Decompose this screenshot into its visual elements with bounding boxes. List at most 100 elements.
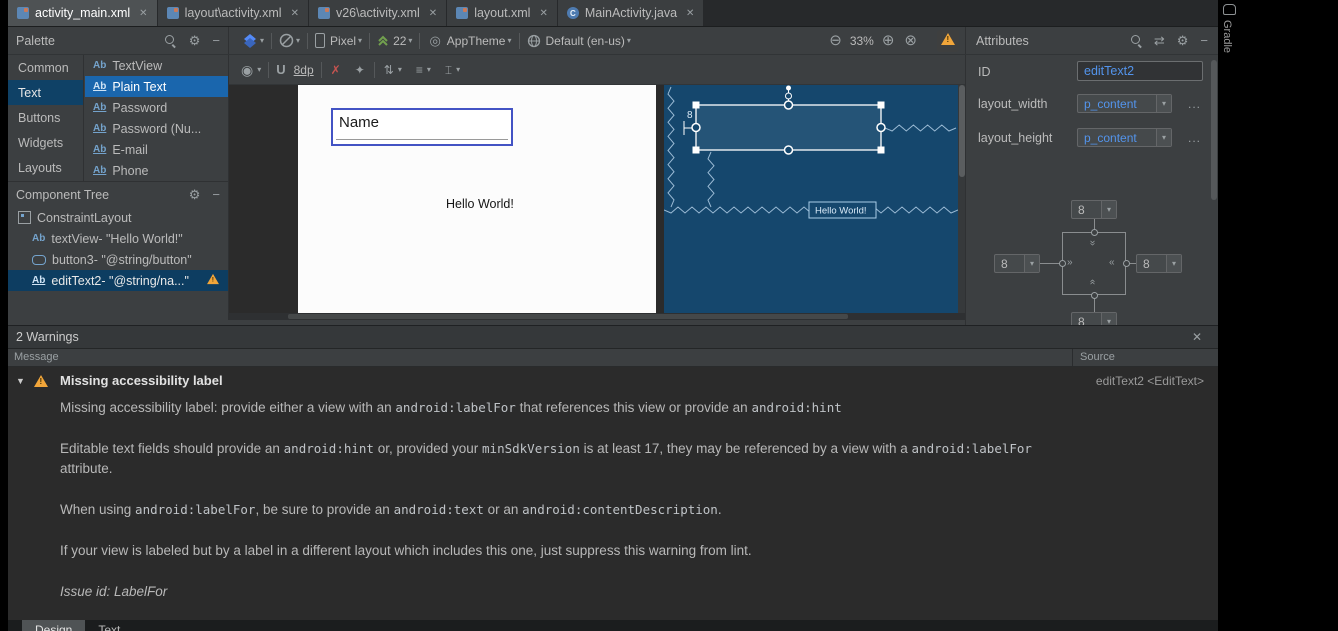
blueprint-mode-icon[interactable] (279, 33, 294, 48)
api-level-selector[interactable]: 22 (393, 34, 406, 48)
clear-constraints-icon[interactable]: ✗ (329, 64, 343, 76)
id-label: ID (978, 65, 991, 79)
canvas-horizontal-scrollbar[interactable] (228, 313, 965, 320)
zoom-in-icon[interactable]: ⊕ (880, 33, 897, 48)
warning-list-item[interactable]: ▼ Missing accessibility label editText2 … (8, 367, 1218, 392)
pack-icon[interactable]: ⇅ (382, 64, 396, 76)
source-column-header[interactable]: Source (1080, 351, 1115, 363)
scrollbar-thumb[interactable] (288, 314, 848, 319)
device-icon (315, 33, 326, 48)
top-edge-dot (786, 85, 791, 91)
swap-views-icon[interactable]: ⇄ (1152, 34, 1167, 47)
palette-category-layouts[interactable]: Layouts (8, 155, 83, 180)
message-column-header[interactable]: Message (14, 351, 59, 363)
infer-constraints-icon[interactable]: ✦ (353, 64, 367, 76)
expand-arrow-icon[interactable]: ▼ (16, 376, 34, 386)
id-input[interactable]: editText2 (1077, 61, 1203, 81)
canvas-edittext-widget[interactable]: Name (331, 108, 513, 146)
layout-file-icon (317, 7, 330, 19)
warnings-count: 2 Warnings (16, 330, 79, 344)
gear-icon[interactable]: ⚙ (1175, 34, 1191, 47)
tree-item-edittext2[interactable]: Ab editText2- "@string/na..." (8, 270, 228, 291)
tab-mainactivity-java[interactable]: C MainActivity.java ✕ (557, 0, 705, 26)
default-margin-selector[interactable]: 8dp (294, 63, 314, 77)
chevron-down-icon[interactable]: ▾ (1166, 255, 1181, 272)
canvas-vertical-scrollbar[interactable] (958, 85, 965, 313)
gear-icon[interactable]: ⚙ (187, 188, 203, 201)
tree-item-textview[interactable]: Ab textView- "Hello World!" (8, 228, 228, 249)
chevron-down-icon[interactable]: ▾ (1101, 201, 1116, 218)
tab-layout-activity-xml[interactable]: layout\activity.xml ✕ (157, 0, 309, 26)
chevron-down-icon[interactable]: ▾ (1024, 255, 1039, 272)
autoconnect-icon[interactable]: U (276, 62, 285, 77)
margin-top-combo[interactable]: 8 ▾ (1071, 200, 1117, 219)
layout-width-more-button[interactable]: ... (1188, 97, 1201, 111)
palette-category-text[interactable]: Text (8, 80, 83, 105)
chevron-down-icon: ▾ (507, 36, 512, 45)
device-selector[interactable]: Pixel (330, 34, 356, 48)
zoom-fit-icon[interactable]: ⊗ (902, 33, 919, 48)
palette-panel: Common Text Buttons Widgets Layouts Ab Te… (8, 55, 228, 181)
layout-width-combo[interactable]: p_content ▾ (1077, 94, 1172, 113)
chevron-down-icon[interactable]: ▾ (1156, 129, 1171, 146)
show-warnings-button[interactable] (937, 29, 959, 52)
search-icon[interactable] (1130, 34, 1143, 47)
minimize-icon[interactable]: − (1198, 34, 1210, 47)
palette-category-common[interactable]: Common (8, 55, 83, 80)
tree-item-constraintlayout[interactable]: ConstraintLayout (8, 207, 228, 228)
palette-item-password-numeric[interactable]: Ab Password (Nu... (85, 118, 228, 139)
layout-height-combo[interactable]: p_content ▾ (1077, 128, 1172, 147)
margin-left-combo[interactable]: 8 ▾ (994, 254, 1040, 273)
close-icon[interactable]: ✕ (539, 8, 547, 19)
palette-category-buttons[interactable]: Buttons (8, 105, 83, 130)
palette-category-widgets[interactable]: Widgets (8, 130, 83, 155)
chevron-down-icon[interactable]: ▾ (1101, 313, 1116, 325)
minimize-icon[interactable]: − (210, 188, 222, 201)
locale-selector[interactable]: Default (en-us) (546, 34, 625, 48)
tab-v26-activity-xml[interactable]: v26\activity.xml ✕ (308, 0, 448, 26)
palette-item-plain-text[interactable]: Ab Plain Text (85, 76, 228, 97)
margin-bottom-combo[interactable]: 8 ▾ (1071, 312, 1117, 325)
palette-item-phone[interactable]: Ab Phone (85, 160, 228, 181)
constraint-anchor-top[interactable] (1090, 228, 1098, 236)
close-icon[interactable]: ✕ (291, 8, 299, 19)
chevron-down-icon[interactable]: ▾ (1156, 95, 1171, 112)
close-icon[interactable]: ✕ (686, 8, 694, 19)
zoom-out-icon[interactable]: ⊖ (827, 33, 844, 48)
view-options-icon[interactable]: ◉ (239, 63, 255, 77)
tab-label: MainActivity.java (584, 6, 678, 20)
warning-paragraphs: Missing accessibility label: provide eit… (8, 392, 1065, 602)
textview-icon: Ab (32, 233, 46, 244)
constraint-anchor-bottom[interactable] (1090, 291, 1098, 299)
blueprint-surface: 8 Hello World! (664, 85, 958, 313)
search-icon[interactable] (164, 34, 177, 47)
device-screen: Name Hello World! (298, 85, 656, 313)
attributes-scrollbar[interactable] (1211, 60, 1217, 200)
tab-activity-main-xml[interactable]: activity_main.xml ✕ (8, 0, 158, 26)
close-icon[interactable]: ✕ (1192, 330, 1202, 344)
guidelines-icon[interactable]: ⌶ (443, 64, 454, 76)
column-divider[interactable] (1072, 349, 1073, 366)
constraint-anchor-left[interactable] (1058, 259, 1066, 267)
constraint-anchor-right[interactable] (1122, 259, 1130, 267)
palette-item-email[interactable]: Ab E-mail (85, 139, 228, 160)
close-icon[interactable]: ✕ (139, 8, 147, 19)
close-icon[interactable]: ✕ (429, 8, 437, 19)
selected-widget-outline[interactable] (695, 104, 882, 151)
gear-icon[interactable]: ⚙ (187, 34, 203, 47)
minimize-icon[interactable]: − (210, 34, 222, 47)
layout-height-more-button[interactable]: ... (1188, 131, 1201, 145)
palette-item-password[interactable]: Ab Password (85, 97, 228, 118)
top-anchor-dot[interactable] (785, 92, 792, 100)
tab-layout-xml[interactable]: layout.xml ✕ (447, 0, 558, 26)
palette-item-textview[interactable]: Ab TextView (85, 55, 228, 76)
align-icon[interactable]: ≡ (414, 64, 425, 76)
gradle-tool-button[interactable]: Gradle (1221, 20, 1233, 53)
margin-right-combo[interactable]: 8 ▾ (1136, 254, 1182, 273)
tab-text[interactable]: Text (85, 620, 133, 631)
theme-selector[interactable]: AppTheme (447, 34, 506, 48)
tab-design[interactable]: Design (22, 620, 86, 631)
design-surface-icon[interactable] (243, 33, 258, 48)
canvas-textview-widget[interactable]: Hello World! (446, 197, 514, 211)
tree-item-button3[interactable]: button3- "@string/button" (8, 249, 228, 270)
